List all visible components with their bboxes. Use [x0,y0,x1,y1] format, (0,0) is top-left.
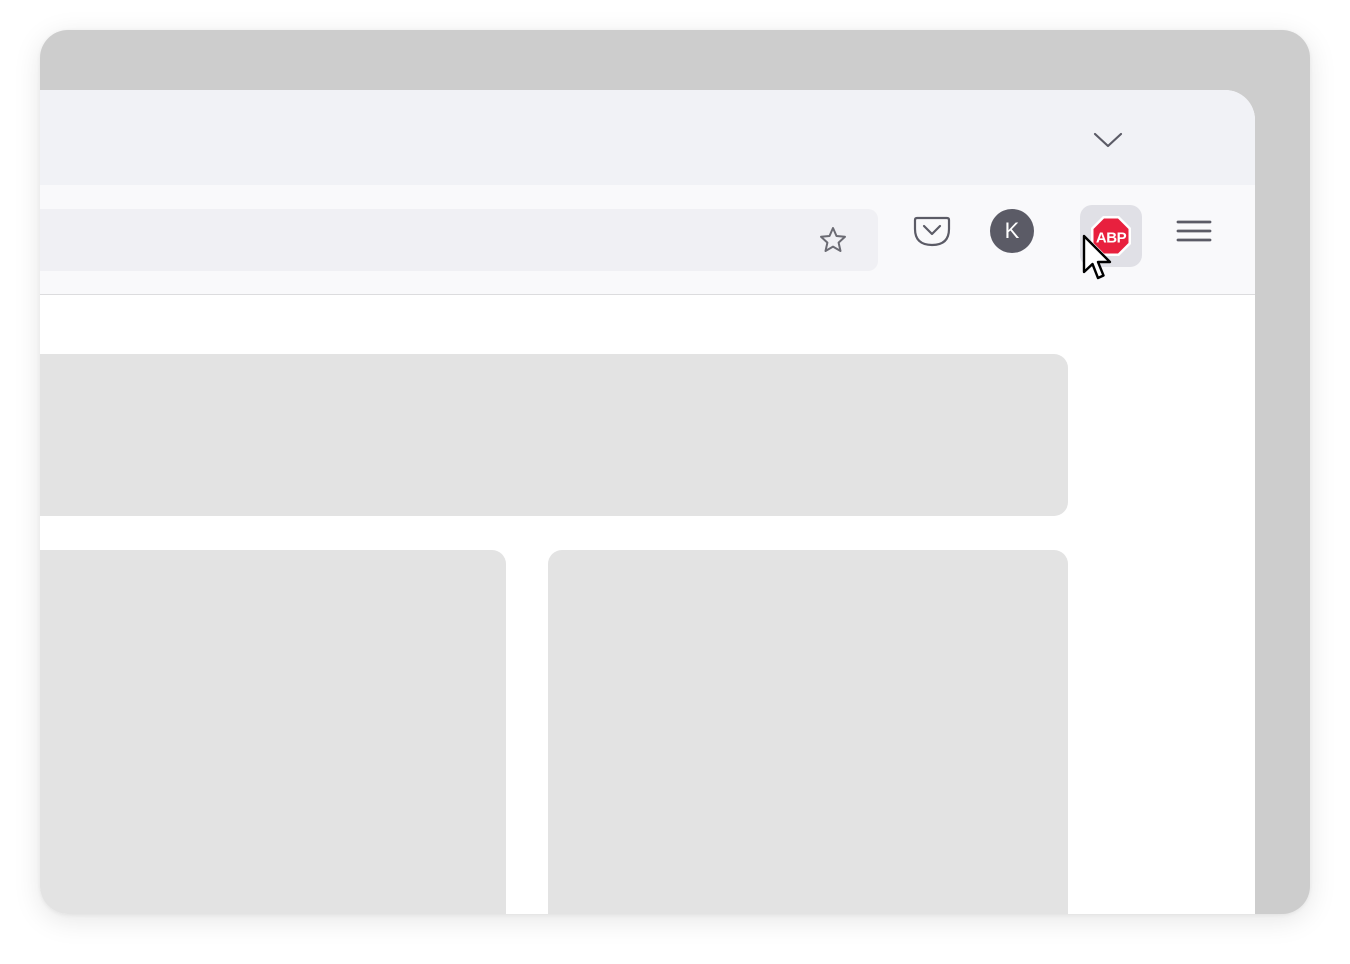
url-bar[interactable] [40,209,878,271]
nav-toolbar: K ABP [40,185,1255,295]
abp-label: ABP [1096,230,1127,247]
list-all-tabs-button[interactable] [1088,120,1128,160]
hamburger-menu-icon [1176,220,1212,242]
bookmark-star-button[interactable] [816,223,850,257]
page-content [40,295,1255,914]
tab-strip [40,90,1255,185]
pocket-icon [913,216,951,247]
adblock-plus-button[interactable]: ABP [1080,205,1142,267]
placeholder-card-right [548,550,1068,914]
pocket-button[interactable] [908,207,956,255]
placeholder-card-left [40,550,506,914]
avatar: K [990,209,1034,253]
app-menu-button[interactable] [1170,207,1218,255]
account-button[interactable]: K [988,207,1036,255]
browser-window: K ABP [40,90,1255,914]
star-icon [820,227,846,252]
adblock-plus-icon: ABP [1091,216,1131,256]
screenshot-frame: K ABP [40,30,1310,914]
chevron-down-icon [1093,132,1123,148]
placeholder-banner [40,354,1068,516]
